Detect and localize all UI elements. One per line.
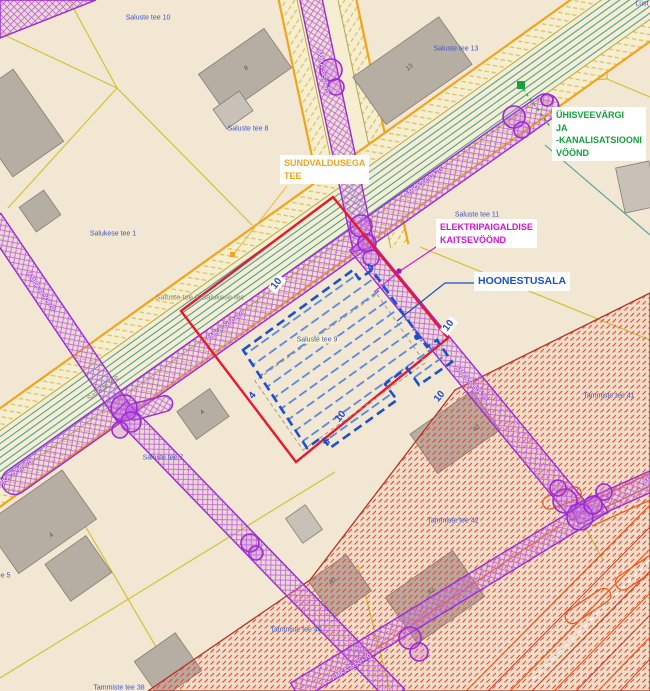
powerline-corner-patch bbox=[0, 0, 96, 38]
map-canvas[interactable]: Saluste tee 10Saluste tee 8Saluste tee 1… bbox=[0, 0, 650, 691]
map-graphics bbox=[0, 0, 650, 691]
sundvaldusega-marker bbox=[230, 252, 235, 257]
water-zone-marker bbox=[517, 81, 525, 89]
